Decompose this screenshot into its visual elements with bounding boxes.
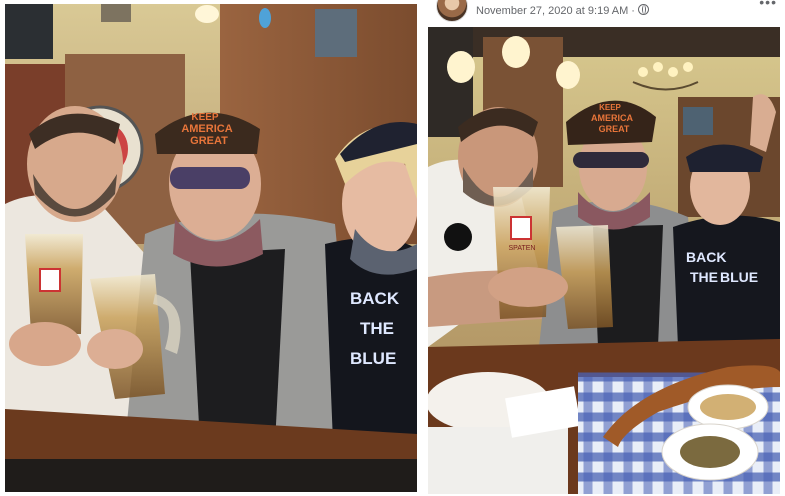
sunglasses [573, 152, 649, 168]
post-meta: November 27, 2020 at 9:19 AM · [476, 4, 649, 17]
left-photo-illustration: KEEP AMERICA GREAT BACK THE BLUE [5, 4, 417, 492]
lamp-3 [556, 61, 580, 89]
wall-poster [315, 9, 357, 57]
hat-text-line2: AMERICA [181, 123, 232, 135]
hat-text-line2: AMERICA [591, 113, 633, 123]
sunglasses [170, 167, 250, 189]
ellipsis-icon[interactable]: ••• [759, 0, 777, 10]
lamp-1 [447, 51, 475, 83]
globe-icon[interactable] [637, 4, 649, 15]
left-photo[interactable]: KEEP AMERICA GREAT BACK THE BLUE [5, 4, 417, 492]
avatar[interactable] [436, 0, 468, 22]
shirt-text-the: THE [360, 319, 394, 338]
right-photo[interactable]: KEEP AMERICA GREAT BACK THE BLUE SPATEN [428, 27, 780, 494]
shirt-text-blue: BLUE [720, 269, 758, 285]
hat-text-line3: GREAT [190, 135, 228, 147]
post-timestamp[interactable]: November 27, 2020 at 9:19 AM [476, 5, 628, 17]
meta-separator: · [631, 5, 635, 17]
lamp-2 [502, 36, 530, 68]
right-photo-illustration: KEEP AMERICA GREAT BACK THE BLUE SPATEN [428, 27, 780, 494]
ceiling-lamp [195, 5, 219, 23]
hat-text-line3: GREAT [599, 124, 630, 134]
hat-text-line1: KEEP [599, 103, 621, 112]
mug-brand: SPATEN [509, 245, 536, 252]
shirt-text-blue: BLUE [350, 349, 396, 368]
shirt-text-the: THE [690, 269, 718, 285]
post-header: November 27, 2020 at 9:19 AM · ••• [428, 0, 785, 22]
shirt-text-back: BACK [350, 289, 400, 308]
hat-text-line1: KEEP [191, 112, 219, 123]
shirt-text-back: BACK [686, 249, 726, 265]
napkin [428, 427, 568, 494]
